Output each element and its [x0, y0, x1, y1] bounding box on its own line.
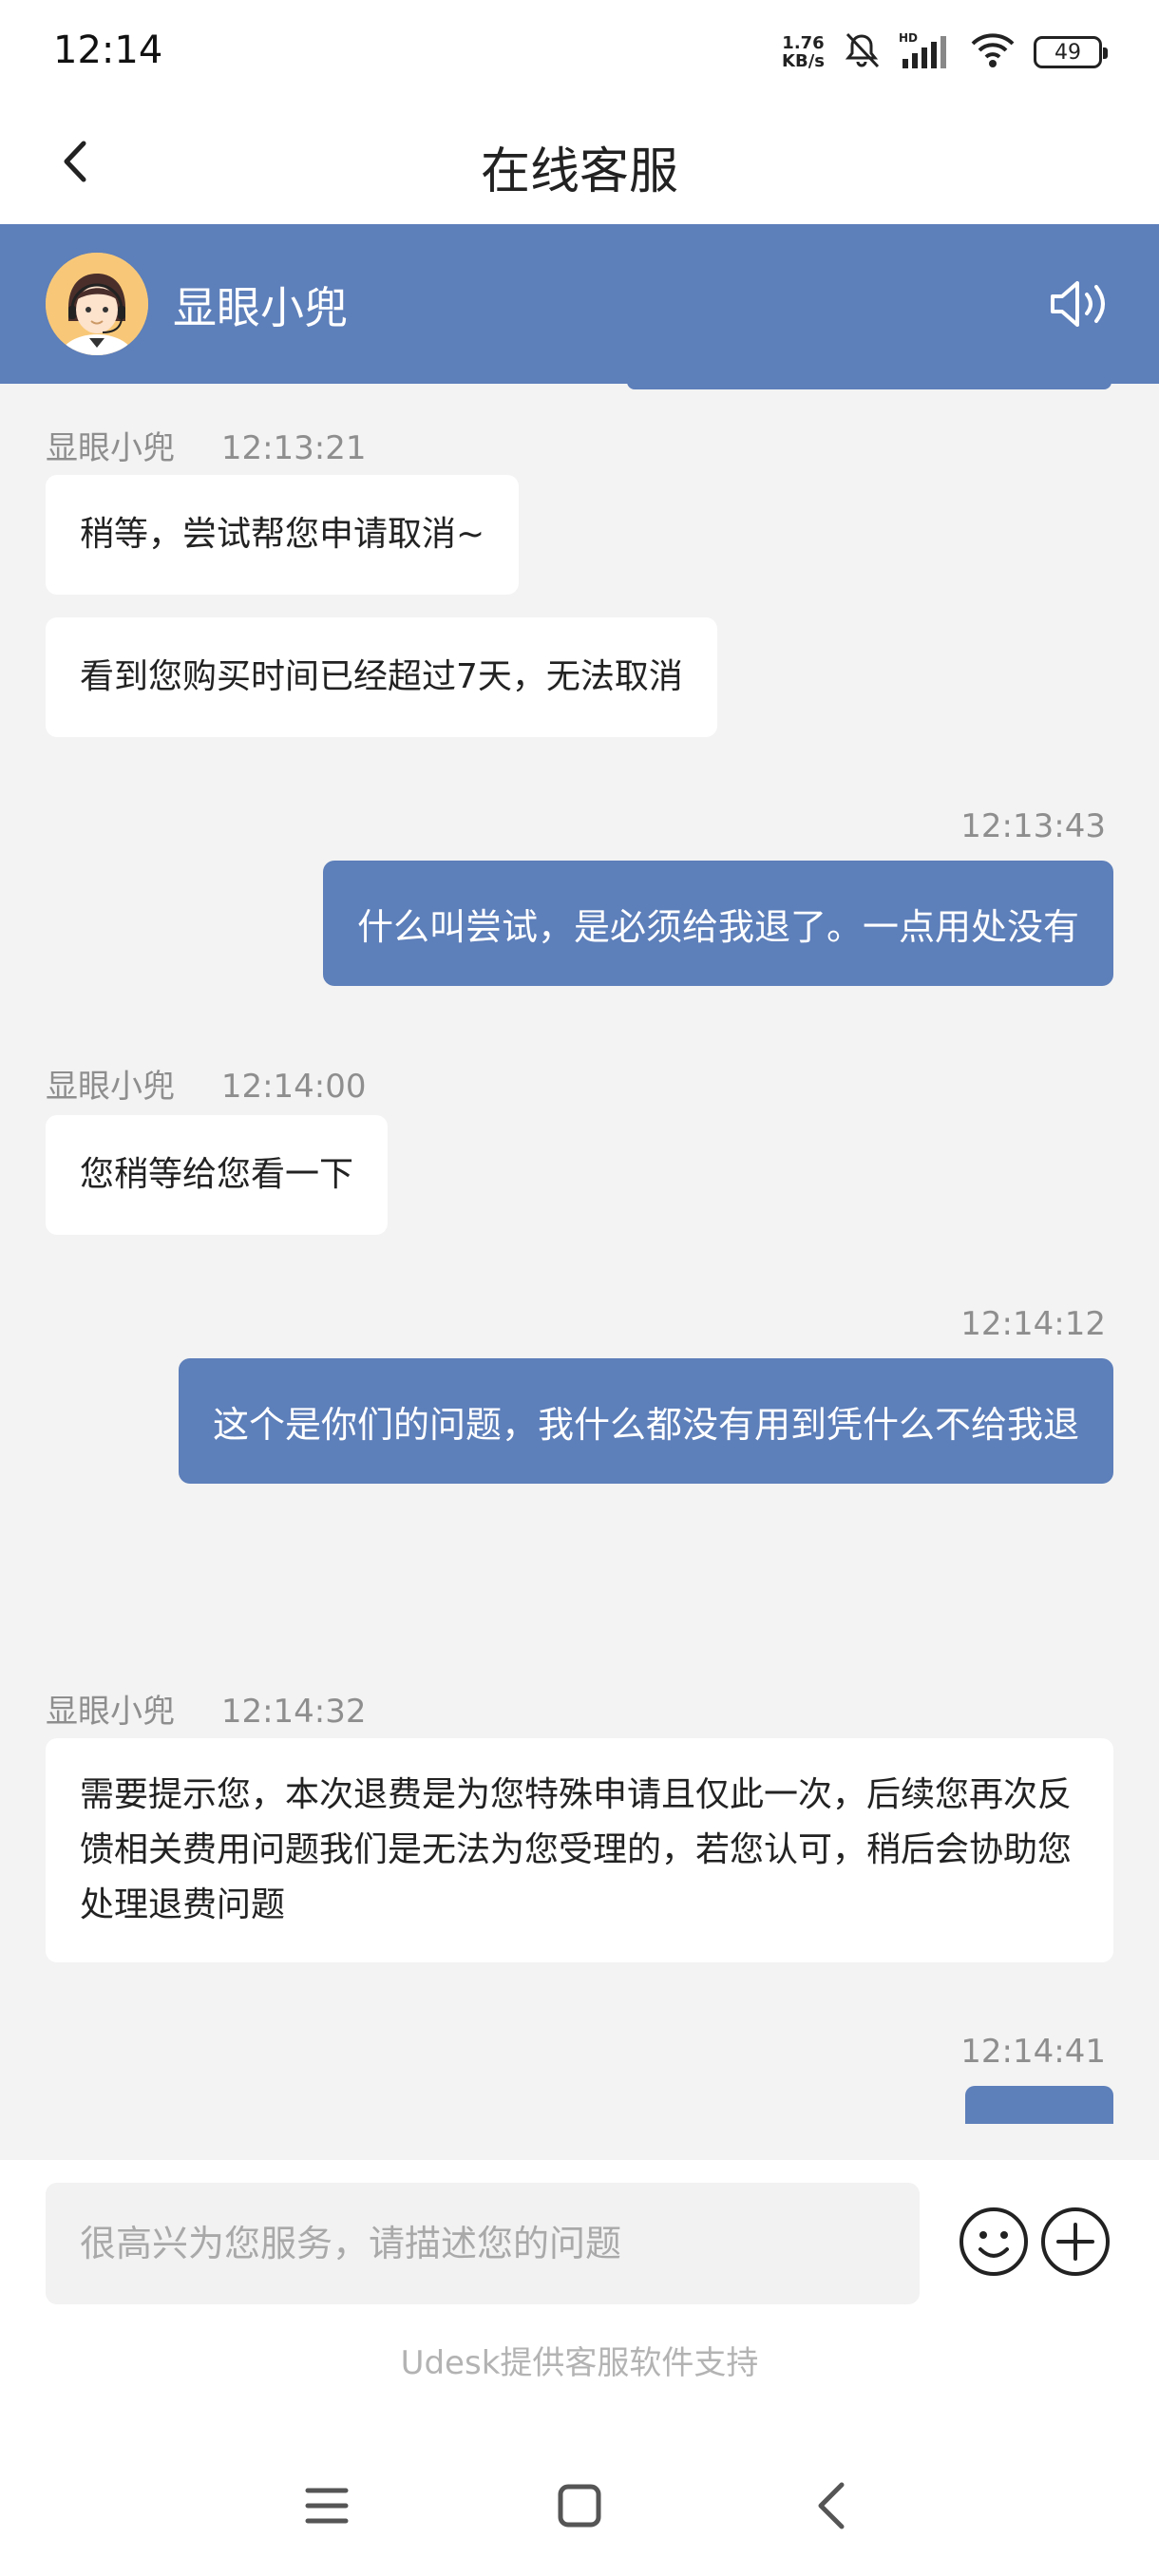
message-bubble-outgoing-partial	[627, 384, 1112, 389]
signal-icon: HD	[899, 30, 952, 74]
back-triangle-icon	[818, 2482, 845, 2529]
message-bubble-outgoing-partial[interactable]	[965, 2086, 1113, 2124]
status-time: 12:14	[53, 28, 163, 72]
network-label: HD	[899, 31, 918, 45]
message-meta: 显眼小兜 12:14:32	[46, 1685, 367, 1732]
speaker-icon	[1051, 281, 1105, 327]
battery-icon: 49	[1034, 36, 1108, 68]
powered-by-text: Udesk提供客服软件支持	[400, 2344, 759, 2382]
more-button[interactable]	[1039, 2206, 1112, 2278]
navigation-bar: 在线客服	[0, 104, 1159, 224]
message-bubble-outgoing[interactable]: 这个是你们的问题，我什么都没有用到凭什么不给我退	[178, 1358, 1113, 1484]
smiley-icon	[960, 2207, 1028, 2276]
agent-name: 显眼小兜	[173, 282, 348, 333]
agent-headset-avatar	[46, 253, 148, 355]
bell-muted-icon	[842, 30, 882, 74]
message-meta: 显眼小兜 12:14:00	[46, 1060, 367, 1107]
message-bubble-incoming[interactable]: 您稍等给您看一下	[46, 1115, 389, 1235]
message-time: 12:14:41	[960, 2033, 1106, 2071]
agent-avatar	[46, 253, 148, 355]
page-title: 在线客服	[480, 143, 678, 200]
emoji-button[interactable]	[958, 2206, 1030, 2278]
message-time: 12:14:00	[220, 1068, 367, 1106]
system-back-button[interactable]	[804, 2479, 861, 2532]
message-time: 12:14:12	[960, 1305, 1106, 1343]
status-icons: 1.76 KB/s HD 49	[782, 28, 1108, 76]
message-sender: 显眼小兜	[46, 1068, 175, 1106]
plus-circle-icon	[1041, 2207, 1110, 2276]
message-time: 12:14:32	[220, 1693, 367, 1731]
message-sender: 显眼小兜	[46, 1693, 175, 1731]
message-sender: 显眼小兜	[46, 429, 175, 467]
system-home-button[interactable]	[551, 2479, 608, 2532]
speaker-button[interactable]	[1047, 275, 1113, 332]
message-input[interactable]	[46, 2183, 920, 2304]
system-menu-button[interactable]	[298, 2479, 355, 2532]
net-speed: 1.76 KB/s	[782, 33, 825, 71]
chat-message-list[interactable]: 显眼小兜 12:13:21 稍等，尝试帮您申请取消~ 看到您购买时间已经超过7天…	[0, 384, 1159, 2160]
message-time: 12:13:43	[960, 807, 1106, 845]
message-bubble-incoming[interactable]: 需要提示您，本次退费是为您特殊申请且仅此一次，后续您再次反馈相关费用问题我们是无…	[46, 1738, 1113, 1962]
menu-icon	[305, 2488, 349, 2524]
message-bubble-outgoing[interactable]: 什么叫尝试，是必须给我退了。一点用处没有	[322, 861, 1113, 986]
message-bubble-incoming[interactable]: 稍等，尝试帮您申请取消~	[46, 475, 520, 595]
agent-header: 显眼小兜	[0, 224, 1159, 384]
home-square-icon	[558, 2484, 601, 2528]
message-bubble-incoming[interactable]: 看到您购买时间已经超过7天，无法取消	[46, 617, 717, 737]
message-meta: 显眼小兜 12:13:21	[46, 422, 367, 468]
status-bar: 12:14 1.76 KB/s HD 49	[0, 0, 1159, 104]
wifi-icon	[969, 30, 1016, 74]
message-time: 12:13:21	[220, 429, 367, 467]
